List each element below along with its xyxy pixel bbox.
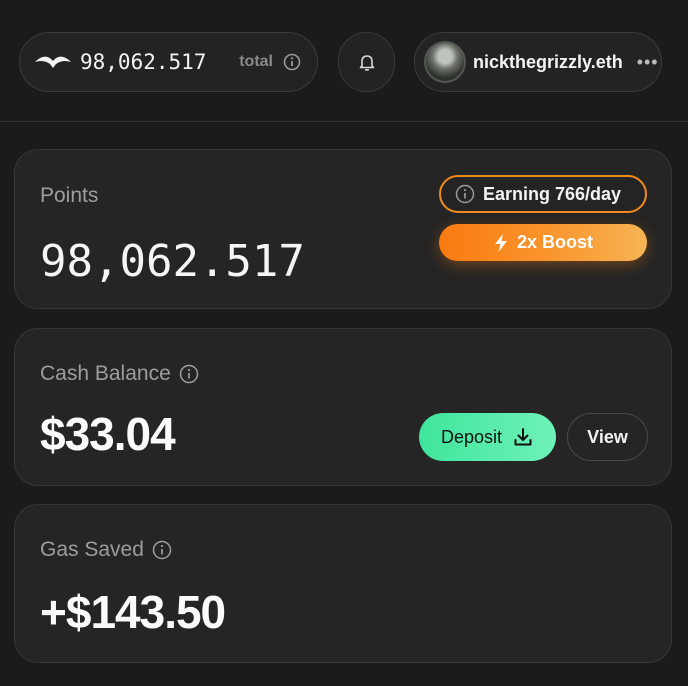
bird-logo-icon <box>35 56 71 68</box>
deposit-label: Deposit <box>440 426 503 447</box>
points-total-pill[interactable]: 98,062.517 total <box>19 32 318 92</box>
username: nickthegrizzly.eth <box>473 51 623 72</box>
avatar <box>424 41 466 83</box>
top-bar: 98,062.517 total nickthegrizzly.eth ••• <box>0 0 688 122</box>
info-icon[interactable] <box>152 540 172 560</box>
gas-saved-value: +$143.50 <box>40 586 226 638</box>
notifications-button[interactable] <box>338 32 395 92</box>
cash-balance-label: Cash Balance <box>40 362 199 386</box>
profile-pill[interactable]: nickthegrizzly.eth ••• <box>414 32 662 92</box>
earning-rate-text: Earning 766/day <box>483 183 622 204</box>
cash-balance-value: $33.04 <box>40 408 176 460</box>
deposit-button[interactable]: Deposit <box>419 413 556 461</box>
gas-saved-label-text: Gas Saved <box>40 538 144 561</box>
info-icon[interactable] <box>283 53 301 71</box>
boost-button[interactable]: 2x Boost <box>439 224 647 261</box>
points-total-value: 98,062.517 <box>80 50 207 74</box>
points-label: Points <box>40 184 98 208</box>
cash-balance-label-text: Cash Balance <box>40 362 171 385</box>
info-icon[interactable] <box>179 364 199 384</box>
download-icon <box>514 428 532 446</box>
gas-saved-label: Gas Saved <box>40 538 172 562</box>
earning-rate-badge[interactable]: Earning 766/day <box>439 175 647 213</box>
points-card: Points 98,062.517 Earning 766/day 2x Boo… <box>14 149 672 309</box>
points-label-text: Points <box>40 184 99 207</box>
bell-icon <box>359 55 374 71</box>
info-icon <box>455 184 475 204</box>
more-dots-icon[interactable]: ••• <box>637 52 659 73</box>
points-value: 98,062.517 <box>40 236 305 287</box>
boost-label: 2x Boost <box>516 232 594 252</box>
cash-balance-card: Cash Balance $33.04 Deposit View <box>14 328 672 486</box>
gas-saved-card: Gas Saved +$143.50 <box>14 504 672 663</box>
view-button[interactable]: View <box>567 413 648 461</box>
total-label: total <box>239 53 273 70</box>
lightning-icon <box>494 233 507 252</box>
